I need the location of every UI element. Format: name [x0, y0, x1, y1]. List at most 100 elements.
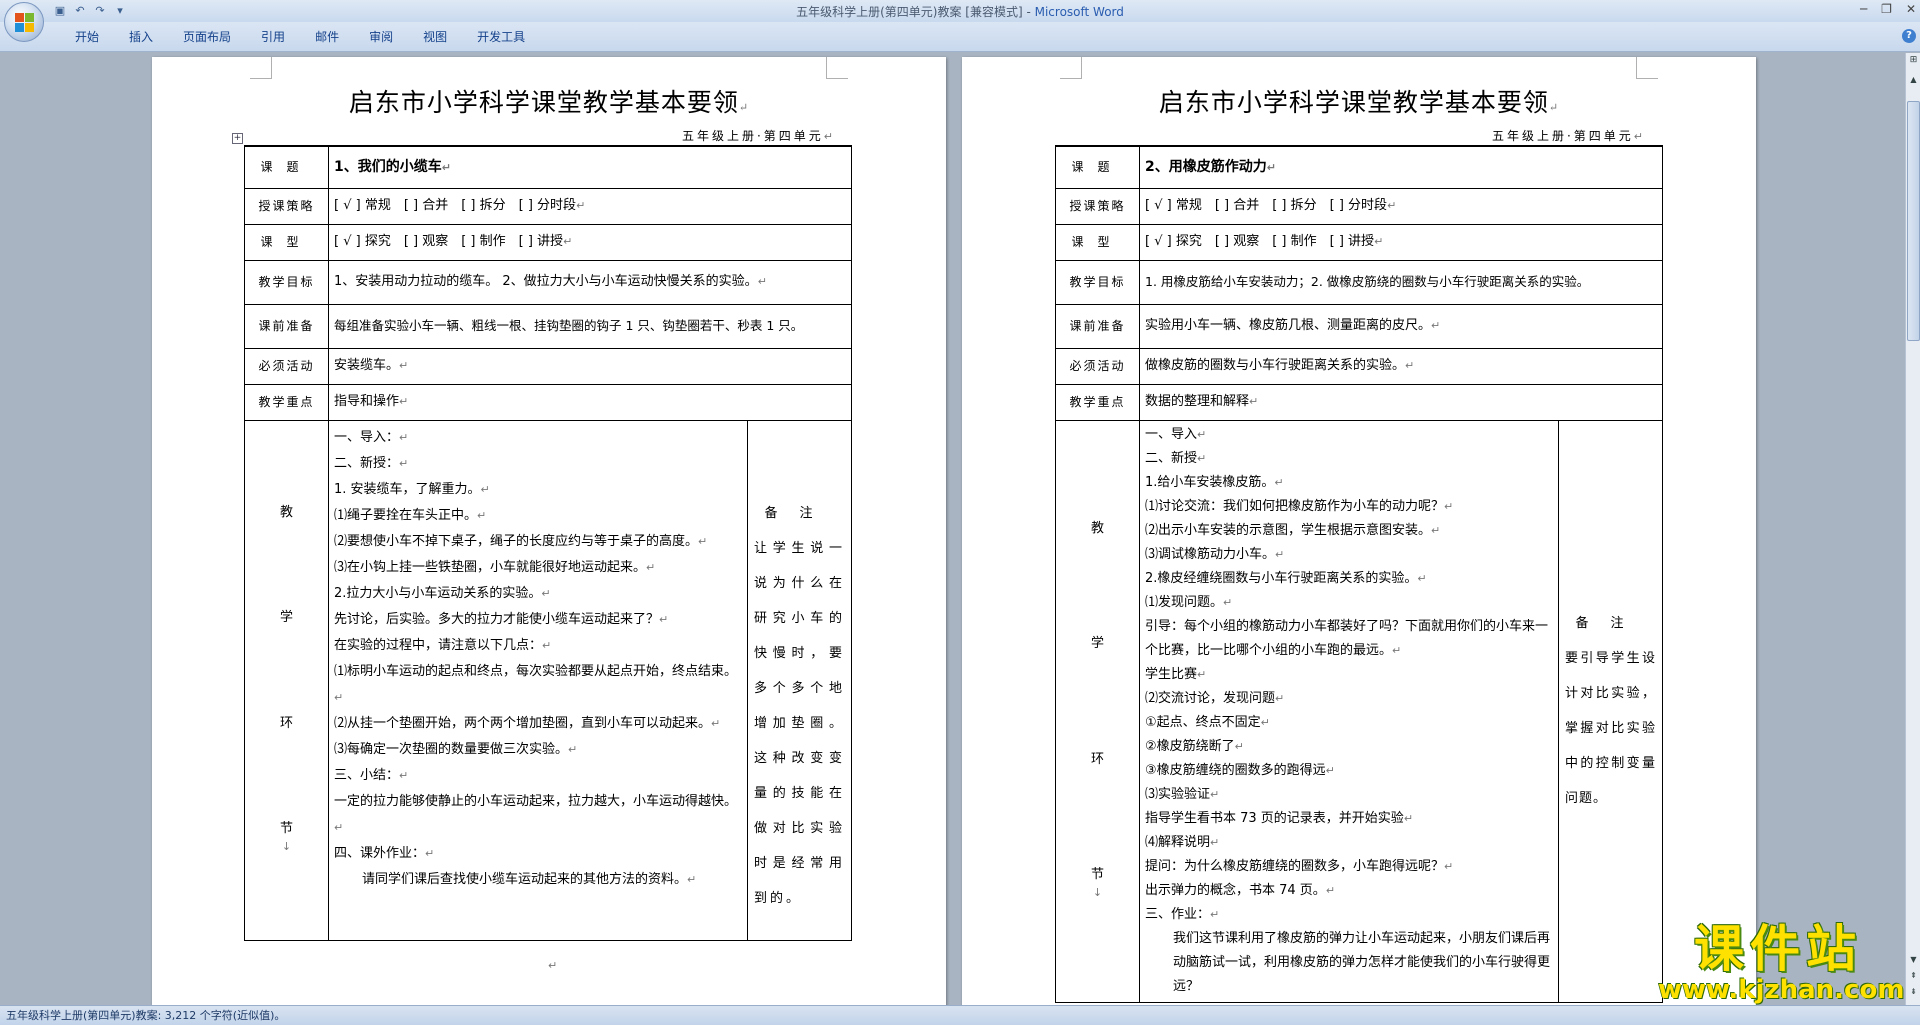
scroll-thumb[interactable]	[1907, 101, 1920, 341]
process-line: 2.橡皮经缠绕圈数与小车行驶距离关系的实验。↵	[1145, 570, 1427, 586]
label-type: 课型	[244, 223, 329, 261]
process-line: 学生比赛↵	[1145, 666, 1207, 682]
process-char: 学	[1090, 636, 1104, 652]
label-process: 教 学 环 节 ↓	[1055, 419, 1140, 1003]
process-char: 节 ↓	[279, 821, 293, 854]
scroll-up-icon[interactable]: ▲	[1907, 73, 1920, 87]
lesson-process: 一、导入：↵ 二、新授：↵ 1. 安装缆车，了解重力。↵ ⑴绳子要拴在车头正中。…	[328, 419, 748, 941]
watermark-logo: 课件站 www.kjzhan.com	[1658, 920, 1905, 1005]
process-line: ⑵从挂一个垫圈开始，两个两个增加垫圈，直到小车可以动起来。↵	[334, 715, 721, 731]
lesson-focus: 数据的整理和解释↵	[1139, 383, 1663, 421]
label-topic: 课题	[1055, 145, 1140, 189]
help-icon[interactable]: ?	[1902, 29, 1916, 43]
tab-references[interactable]: 引用	[246, 29, 300, 45]
label-goal: 教学目标	[244, 259, 329, 305]
ruler-toggle-icon[interactable]: ⊞	[1907, 55, 1920, 69]
notes-body: 要引导学生设计对比实验，掌握对比实验中的控制变量问题。	[1565, 650, 1656, 806]
minimize-icon[interactable]: ─	[1860, 2, 1867, 16]
process-line: 提问：为什么橡皮筋缠绕的圈数多，小车跑得远呢？↵	[1145, 858, 1454, 874]
process-line: 指导学生看书本 73 页的记录表，并开始实验↵	[1145, 810, 1414, 826]
close-icon[interactable]: ✕	[1906, 2, 1916, 16]
process-line: 我们这节课利用了橡皮筋的弹力让小车运动起来，小朋友们课后再动脑筋试一试，利用橡皮…	[1173, 930, 1551, 994]
process-line: 1. 安装缆车，了解重力。↵	[334, 481, 490, 497]
vertical-scrollbar[interactable]: ⊞ ▲ ▼ ⇞ ⇟	[1905, 53, 1920, 1005]
process-line: ⑴发现问题。↵	[1145, 594, 1233, 610]
document-workspace: 启东市小学科学课堂教学基本要领↵ 五年级上册·第四单元↵ + 课题 1、我们的小…	[0, 53, 1905, 1005]
label-strategy: 授课策略	[244, 187, 329, 225]
notes-header: 备注	[764, 505, 835, 521]
watermark-title: 课件站	[1694, 920, 1862, 978]
process-line: 二、新授：↵	[334, 455, 409, 471]
process-line: 2.拉力大小与小车运动关系的实验。↵	[334, 585, 551, 601]
process-char: 教	[1090, 520, 1104, 536]
tab-page-layout[interactable]: 页面布局	[168, 29, 246, 45]
process-line: 一、导入↵	[1145, 426, 1207, 442]
lesson-goal: 1、安装用动力拉动的缆车。 2、做拉力大小与小车运动快慢关系的实验。↵	[328, 259, 852, 305]
table-move-handle-icon[interactable]: +	[232, 133, 243, 144]
lesson-topic: 1、我们的小缆车↵	[328, 145, 852, 189]
office-button[interactable]	[4, 2, 44, 42]
tab-review[interactable]: 审阅	[354, 29, 408, 45]
process-line: ⑷解释说明↵	[1145, 834, 1220, 850]
scroll-down-icon[interactable]: ▼	[1907, 953, 1920, 967]
lesson-activity: 安装缆车。↵	[328, 347, 852, 385]
lesson-focus: 指导和操作↵	[328, 383, 852, 421]
page-title: 启东市小学科学课堂教学基本要领↵	[348, 88, 750, 117]
process-line: ⑶每确定一次垫圈的数量要做三次实验。↵	[334, 741, 578, 757]
process-char: 节 ↓	[1090, 867, 1104, 900]
app-name: Microsoft Word	[1034, 5, 1124, 19]
watermark-url: www.kjzhan.com	[1658, 975, 1905, 1005]
label-activity: 必须活动	[1055, 347, 1140, 385]
window-controls: ─ ❐ ✕	[1860, 2, 1916, 16]
lesson-strategy: [ √ ] 常规 [ ] 合并 [ ] 拆分 [ ] 分时段↵	[328, 187, 852, 225]
process-line: 二、新授↵	[1145, 450, 1207, 466]
process-line: 在实验的过程中，请注意以下几点：↵	[334, 637, 552, 653]
maximize-icon[interactable]: ❐	[1881, 2, 1892, 16]
notes-header: 备注	[1575, 615, 1646, 631]
page-subtitle: 五年级上册·第四单元↵	[681, 129, 836, 143]
process-char: 教	[279, 504, 293, 520]
tab-home[interactable]: 开始	[60, 29, 114, 45]
label-type: 课型	[1055, 223, 1140, 261]
lesson-strategy: [ √ ] 常规 [ ] 合并 [ ] 拆分 [ ] 分时段↵	[1139, 187, 1663, 225]
tab-insert[interactable]: 插入	[114, 29, 168, 45]
ribbon-tabs: 开始 插入 页面布局 引用 邮件 审阅 视图 开发工具	[60, 29, 540, 45]
tab-view[interactable]: 视图	[408, 29, 462, 45]
tab-developer[interactable]: 开发工具	[462, 29, 540, 45]
process-line: ⑶调试橡筋动力小车。↵	[1145, 546, 1285, 562]
process-line: 引导：每个小组的橡筋动力小车都装好了吗？下面就用你们的小车来一个比赛，比一比哪个…	[1145, 618, 1549, 658]
label-process: 教 学 环 节 ↓	[244, 419, 329, 941]
lesson-activity: 做橡皮筋的圈数与小车行驶距离关系的实验。↵	[1139, 347, 1663, 385]
window-title: 五年级科学上册(第四单元)教案 [兼容模式] - Microsoft Word	[0, 3, 1920, 20]
previous-page-icon[interactable]: ⇞	[1907, 969, 1920, 983]
process-line: ⑶在小钩上挂一些铁垫圈，小车就能很好地运动起来。↵	[334, 559, 656, 575]
status-bar: 五年级科学上册(第四单元)教案: 3,212 个字符(近似值)。	[0, 1005, 1920, 1025]
process-line: ⑵要想使小车不掉下桌子，绳子的长度应约与等于桌子的高度。↵	[334, 533, 708, 549]
lesson-type: [ √ ] 探究 [ ] 观察 [ ] 制作 [ ] 讲授↵	[328, 223, 852, 261]
lesson-process: 一、导入↵ 二、新授↵ 1.给小车安装橡皮筋。↵ ⑴讨论交流：我们如何把橡皮筋作…	[1139, 419, 1559, 1003]
process-line: 出示弹力的概念，书本 74 页。↵	[1145, 882, 1336, 898]
notes-body: 让学生说一说为什么在研究小车的快慢时，要多个多个地增加垫圈。这种改变变量的技能在…	[754, 540, 845, 906]
page-corner-mark	[1636, 57, 1658, 79]
process-line: 三、作业：↵	[1145, 906, 1220, 922]
next-page-icon[interactable]: ⇟	[1907, 985, 1920, 999]
process-line: ⑴标明小车运动的起点和终点，每次实验都要从起点开始，终点结束。↵	[334, 663, 738, 704]
lesson-notes: 备注 让学生说一说为什么在研究小车的快慢时，要多个多个地增加垫圈。这种改变变量的…	[747, 419, 852, 941]
process-line: 三、小结：↵	[334, 767, 409, 783]
label-focus: 教学重点	[244, 383, 329, 421]
status-word-count[interactable]: 五年级科学上册(第四单元)教案: 3,212 个字符(近似值)。	[6, 1009, 285, 1022]
paragraph-mark: ↵	[548, 959, 558, 972]
ribbon-tabs-bar: 开始 插入 页面布局 引用 邮件 审阅 视图 开发工具 ?	[0, 22, 1920, 52]
lesson-prep: 每组准备实验小车一辆、粗线一根、挂钩垫圈的钩子 1 只、钩垫圈若干、秒表 1 只…	[328, 303, 852, 349]
process-line: 四、课外作业：↵	[334, 845, 435, 861]
process-line: 一、导入：↵	[334, 429, 409, 445]
title-bar: ▣ ↶ ↷ ▾ 五年级科学上册(第四单元)教案 [兼容模式] - Microso…	[0, 0, 1920, 22]
page-subtitle: 五年级上册·第四单元↵	[1491, 129, 1646, 143]
process-line: 1.给小车安装橡皮筋。↵	[1145, 474, 1284, 490]
lesson-goal: 1. 用橡皮筋给小车安装动力；2. 做橡皮筋绕的圈数与小车行驶距离关系的实验。	[1139, 259, 1663, 305]
process-char: 环	[1090, 751, 1104, 767]
lesson-table: 课题 1、我们的小缆车↵ 授课策略 [ √ ] 常规 [ ] 合并 [ ] 拆分…	[244, 145, 852, 941]
page-title: 启东市小学科学课堂教学基本要领↵	[1158, 88, 1560, 117]
process-line: 先讨论，后实验。多大的拉力才能使小缆车运动起来了？↵	[334, 611, 669, 627]
tab-mailings[interactable]: 邮件	[300, 29, 354, 45]
